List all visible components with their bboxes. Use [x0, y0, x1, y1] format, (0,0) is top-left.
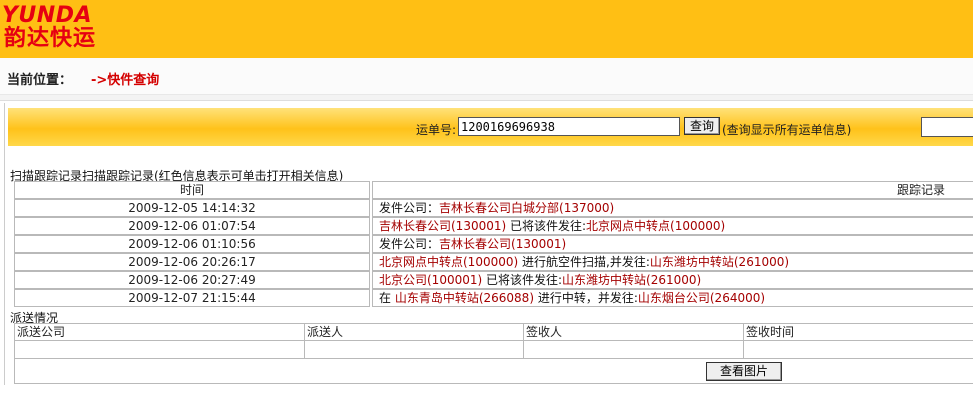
row-time: 2009-12-06 01:07:54 — [14, 217, 370, 235]
row-time: 2009-12-07 21:15:44 — [14, 289, 370, 307]
record-link[interactable]: 北京网点中转点(100000) — [379, 255, 518, 269]
record-link[interactable]: 北京公司(100001) — [379, 273, 482, 287]
record-text: 已将该件发往: — [482, 273, 563, 287]
row-record: 发件公司：吉林长春公司白城分部(137000) — [372, 199, 973, 217]
record-link[interactable]: 吉林长春公司(130001) — [379, 219, 506, 233]
record-text: 在 — [379, 291, 395, 305]
dispatch-company-cell — [14, 340, 305, 359]
record-link[interactable]: 吉林长春公司(130001) — [439, 237, 566, 251]
row-time: 2009-12-06 20:27:49 — [14, 271, 370, 289]
row-record: 发件公司：吉林长春公司(130001) — [372, 235, 973, 253]
extra-input[interactable] — [921, 117, 973, 137]
image-row — [14, 358, 973, 384]
location-bar: 当前位置： ->快件查询 — [0, 58, 973, 95]
sign-time-header: 签收时间 — [743, 323, 973, 341]
record-text: 进行航空件扫描,并发往: — [518, 255, 650, 269]
record-link[interactable]: 山东潍坊中转站(261000) — [562, 273, 701, 287]
row-record: 北京网点中转点(100000) 进行航空件扫描,并发往:山东潍坊中转站(2610… — [372, 253, 973, 271]
yunda-logo[interactable]: YUNDA 韵达快运 — [2, 4, 128, 54]
row-time: 2009-12-06 01:10:56 — [14, 235, 370, 253]
record-link[interactable]: 山东潍坊中转站(261000) — [650, 255, 789, 269]
row-record: 北京公司(100001) 已将该件发往:山东潍坊中转站(261000) — [372, 271, 973, 289]
dispatch-courier-cell — [304, 340, 524, 359]
sign-time-cell — [743, 340, 973, 359]
logo-text-en: YUNDA — [2, 3, 92, 28]
waybill-input[interactable] — [458, 117, 680, 136]
row-record: 吉林长春公司(130001) 已将该件发往:北京网点中转点(100000) — [372, 217, 973, 235]
view-image-button[interactable]: 查看图片 — [706, 362, 782, 381]
record-text: 发件公司： — [379, 237, 440, 251]
dispatch-courier-header: 派送人 — [304, 323, 524, 341]
record-link[interactable]: 山东青岛中转站(266088) — [395, 291, 534, 305]
signer-cell — [523, 340, 744, 359]
logo-text-cn: 韵达快运 — [4, 26, 97, 51]
header-banner: YUNDA 韵达快运 — [0, 0, 973, 58]
row-time: 2009-12-06 20:26:17 — [14, 253, 370, 271]
signer-header: 签收人 — [523, 323, 744, 341]
query-hint: (查询显示所有运单信息) — [722, 123, 852, 137]
query-button[interactable]: 查询 — [684, 117, 720, 135]
dispatch-company-header: 派送公司 — [14, 323, 305, 341]
waybill-label: 运单号: — [416, 123, 457, 137]
breadcrumb: ->快件查询 — [91, 73, 160, 88]
record-text: 发件公司： — [379, 201, 440, 215]
row-time: 2009-12-05 14:14:32 — [14, 199, 370, 217]
divider — [0, 95, 973, 101]
time-header: 时间 — [14, 181, 370, 199]
record-text: 进行中转，并发往: — [534, 291, 638, 305]
record-link[interactable]: 吉林长春公司白城分部(137000) — [439, 201, 614, 215]
record-text: 已将该件发往: — [506, 219, 587, 233]
record-link[interactable]: 北京网点中转点(100000) — [586, 219, 725, 233]
record-link[interactable]: 山东烟台公司(264000) — [638, 291, 765, 305]
location-label: 当前位置： — [7, 73, 73, 88]
row-record: 在 山东青岛中转站(266088) 进行中转，并发往:山东烟台公司(264000… — [372, 289, 973, 307]
record-header: 跟踪记录 — [372, 181, 973, 199]
